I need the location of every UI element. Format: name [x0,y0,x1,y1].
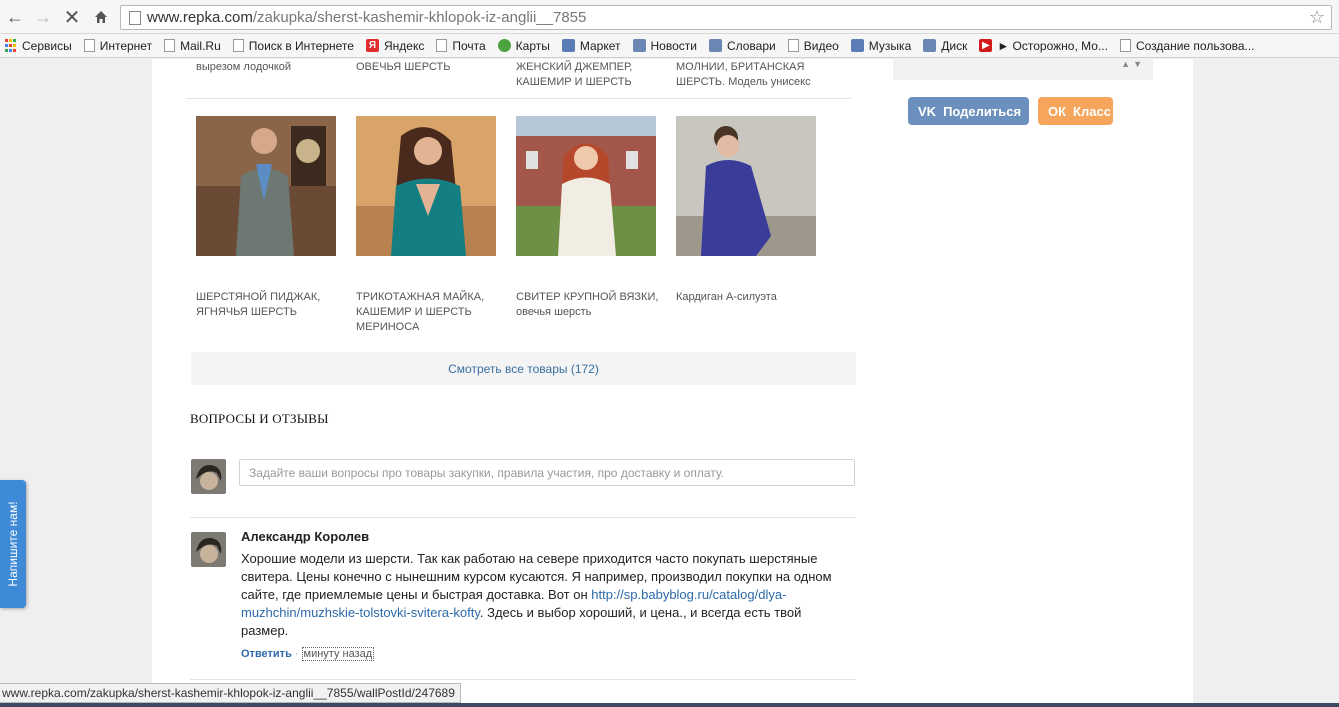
bookmark-item[interactable]: Создание пользова... [1119,39,1255,53]
bookmark-item[interactable]: Видео [787,39,839,53]
bookmark-item[interactable]: Сервисы [4,39,72,53]
bookmark-item[interactable]: Я Яндекс [365,39,424,53]
comment-text: Хорошие модели из шерсти. Так как работа… [241,551,832,638]
page-icon [164,39,176,52]
stop-loading-icon[interactable]: ✕ [61,6,83,29]
bookmark-item[interactable]: Маркет [561,39,621,53]
bookmark-star-icon[interactable]: ☆ [1309,7,1325,28]
product-image-wool-jacket[interactable] [196,116,336,256]
bookmark-item[interactable]: Новости [632,39,697,53]
product-caption[interactable]: МОЛНИИ, БРИТАНСКАЯ ШЕРСТЬ. Модель унисек… [676,60,816,90]
apps-grid-icon [4,39,17,52]
comment-author[interactable]: Александр Королев [241,529,851,544]
dictionaries-icon [708,39,722,52]
page-content: вырезом лодочкой ОВЕЧЬЯ ШЕРСТЬ ЖЕНСКИЙ Д… [152,59,1193,707]
ok-share-button[interactable]: ОК Класс [1038,97,1113,125]
bookmark-item[interactable]: Карты [497,39,550,53]
page-icon [83,39,95,52]
sidebar-box: ▲▼ [893,59,1153,80]
product-card[interactable]: Кардиган А-силуэта [676,116,826,305]
page-icon [1119,39,1131,52]
bookmark-item[interactable]: Поиск в Интернете [232,39,354,53]
yandex-icon: Я [365,39,379,52]
bookmark-item[interactable]: Mail.Ru [164,39,221,53]
bookmark-item[interactable]: ▶ ► Осторожно, Мо... [979,39,1108,53]
product-caption[interactable]: ТРИКОТАЖНАЯ МАЙКА, КАШЕМИР И ШЕРСТЬ МЕРИ… [356,290,501,335]
bookmark-item[interactable]: Почта [436,39,486,53]
feedback-tab[interactable]: Напишите нам! [0,480,26,608]
news-icon [632,39,646,52]
comment-meta: Ответить · минуту назад [241,647,375,661]
product-caption[interactable]: вырезом лодочкой [196,60,346,75]
section-title-reviews: ВОПРОСЫ И ОТЗЫВЫ [190,411,329,426]
browser-toolbar: ← → ✕ www.repka.com/zakupka/sherst-kashe… [0,0,1339,34]
bookmark-item[interactable]: Интернет [83,39,152,53]
product-card[interactable]: СВИТЕР КРУПНОЙ ВЯЗКИ, овечья шерсть [516,116,666,320]
page-icon [129,10,141,25]
vk-logo-icon: VK [918,103,937,119]
maps-icon [497,39,511,52]
address-url: www.repka.com/zakupka/sherst-kashemir-kh… [147,9,587,26]
status-bar-url: www.repka.com/zakupka/sherst-kashemir-kh… [0,683,461,703]
avatar[interactable] [191,532,226,567]
reply-link[interactable]: Ответить [241,648,292,660]
product-caption[interactable]: СВИТЕР КРУПНОЙ ВЯЗКИ, овечья шерсть [516,290,661,320]
back-arrow-icon[interactable]: ← [4,6,26,28]
divider [186,98,851,99]
page-icon [436,39,448,52]
page-icon [787,39,799,52]
bookmarks-bar: Сервисы Интернет Mail.Ru Поиск в Интернете Я… [0,34,1339,58]
bookmark-item[interactable]: Музыка [850,39,911,53]
product-card[interactable]: ТРИКОТАЖНАЯ МАЙКА, КАШЕМИР И ШЕРСТЬ МЕРИ… [356,116,506,335]
market-icon [561,39,575,52]
divider [190,517,856,518]
product-image-chunky-sweater[interactable] [516,116,656,256]
bookmark-item[interactable]: Словари [708,39,776,53]
address-bar[interactable]: www.repka.com/zakupka/sherst-kashemir-kh… [120,5,1332,30]
page-icon [232,39,244,52]
product-card[interactable]: ШЕРСТЯНОЙ ПИДЖАК, ЯГНЯЧЬЯ ШЕРСТЬ [196,116,346,320]
forward-arrow-icon[interactable]: → [32,6,54,28]
product-caption[interactable]: ЖЕНСКИЙ ДЖЕМПЕР, КАШЕМИР И ШЕРСТЬ [516,60,656,90]
see-all-products-button[interactable]: Смотреть все товары (172) [191,352,856,385]
os-taskbar [0,703,1339,707]
avatar [191,459,226,494]
youtube-icon: ▶ [979,39,993,52]
disk-icon [923,39,937,52]
bookmark-item[interactable]: Диск [923,39,967,53]
sidebar-arrows-icon[interactable]: ▲▼ [1121,59,1145,69]
divider [190,679,856,680]
odnoklassniki-logo-icon: ОК [1048,103,1067,119]
question-input[interactable]: Задайте ваши вопросы про товары закупки,… [239,459,855,486]
product-caption[interactable]: ШЕРСТЯНОЙ ПИДЖАК, ЯГНЯЧЬЯ ШЕРСТЬ [196,290,341,320]
comment-time-link[interactable]: минуту назад [301,647,375,661]
home-icon[interactable] [90,6,112,28]
product-caption[interactable]: ОВЕЧЬЯ ШЕРСТЬ [356,60,506,75]
music-icon [850,39,864,52]
product-caption[interactable]: Кардиган А-силуэта [676,290,821,305]
product-image-cardigan[interactable] [676,116,816,256]
vk-share-button[interactable]: VK Поделиться [908,97,1029,125]
comment: Александр Королев Хорошие модели из шерс… [241,529,851,661]
product-image-knit-top[interactable] [356,116,496,256]
